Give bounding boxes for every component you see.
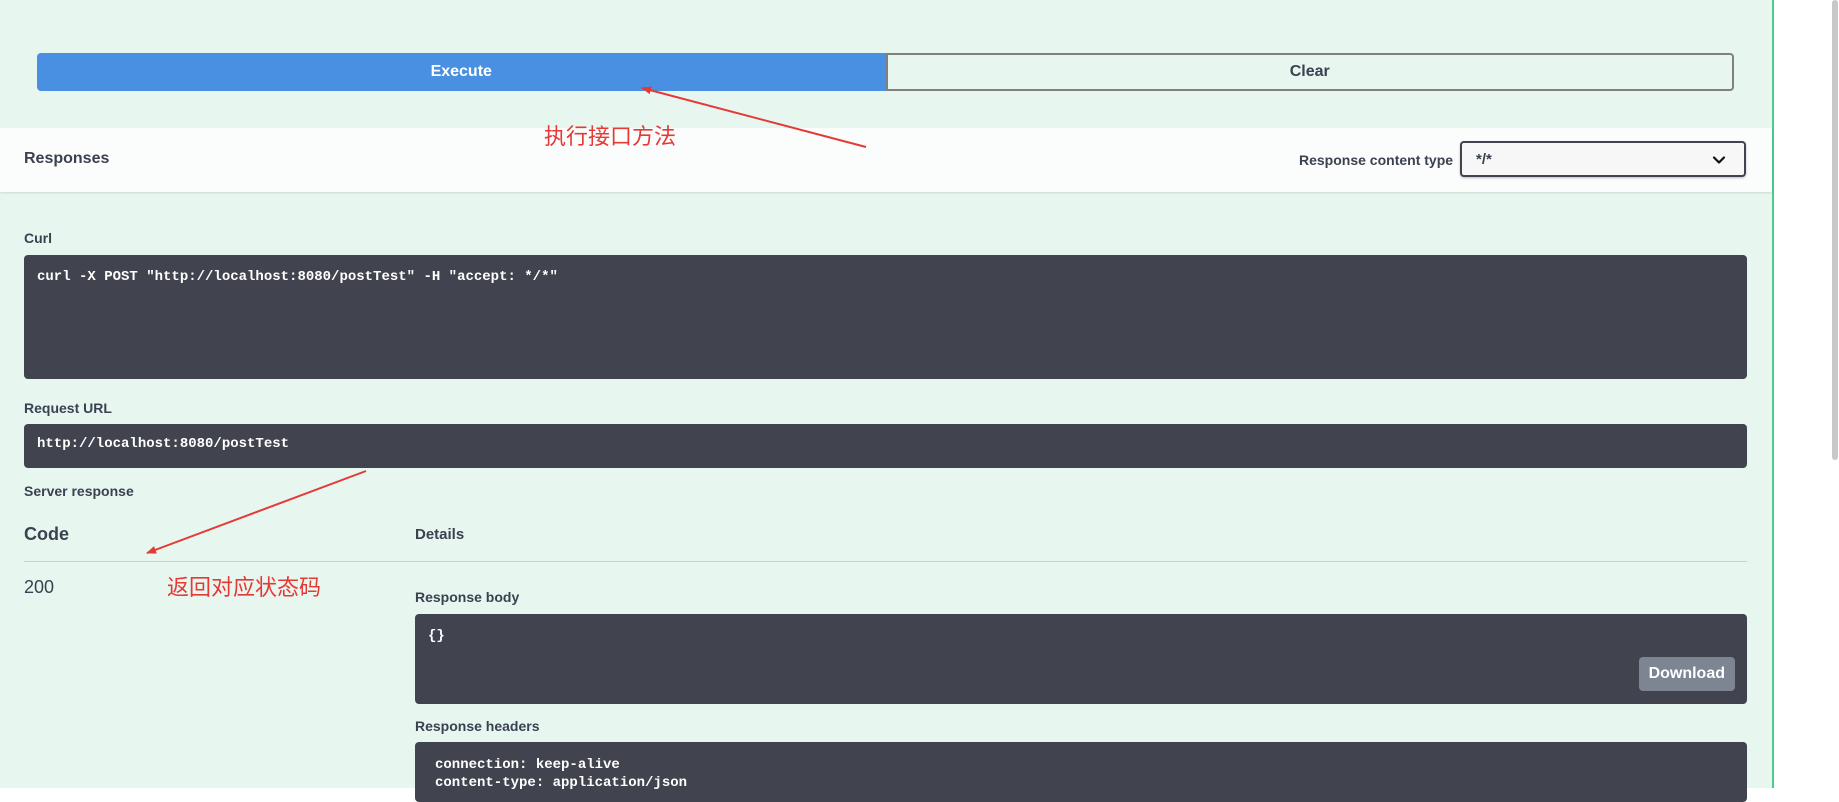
response-header-line: content-type: application/json bbox=[435, 775, 688, 791]
curl-command: curl -X POST "http://localhost:8080/post… bbox=[37, 269, 558, 285]
execute-annotation-text: 执行接口方法 bbox=[544, 125, 677, 150]
response-body-block: {} Download bbox=[415, 614, 1747, 704]
response-body-label: Response body bbox=[415, 589, 520, 605]
response-header-line: connection: keep-alive bbox=[435, 757, 620, 773]
response-content-type-label: Response content type bbox=[1299, 152, 1454, 168]
response-content-type-value: */* bbox=[1476, 150, 1492, 168]
execute-wrapper: Execute Clear bbox=[37, 53, 1734, 91]
request-url-block: http://localhost:8080/postTest bbox=[24, 424, 1747, 468]
clear-button[interactable]: Clear bbox=[885, 53, 1734, 91]
request-url-label: Request URL bbox=[24, 400, 112, 416]
download-button[interactable]: Download bbox=[1638, 657, 1735, 691]
curl-label: Curl bbox=[24, 230, 52, 246]
execute-button[interactable]: Execute bbox=[37, 53, 886, 91]
code-column-header: Code bbox=[24, 524, 69, 544]
details-column-header: Details bbox=[415, 526, 465, 543]
curl-command-block: curl -X POST "http://localhost:8080/post… bbox=[24, 255, 1747, 379]
responses-title: Responses bbox=[24, 150, 110, 167]
status-annotation-text: 返回对应状态码 bbox=[167, 576, 322, 601]
server-response-label: Server response bbox=[24, 483, 134, 499]
response-status-code: 200 bbox=[24, 577, 55, 597]
response-headers-block: connection: keep-alive content-type: app… bbox=[415, 742, 1747, 802]
request-url-value: http://localhost:8080/postTest bbox=[37, 436, 290, 452]
response-body-content: {} bbox=[428, 628, 445, 644]
table-header-divider bbox=[24, 561, 1747, 562]
response-headers-label: Response headers bbox=[415, 718, 540, 734]
chevron-down-icon bbox=[1712, 156, 1726, 164]
right-gutter bbox=[1774, 0, 1839, 788]
scrollbar[interactable] bbox=[1832, 0, 1838, 460]
responses-header: Responses Response content type */* bbox=[0, 128, 1772, 192]
response-content-type-select[interactable]: */* bbox=[1460, 141, 1746, 177]
post-operation-panel: Execute Clear Responses Response content… bbox=[0, 0, 1774, 802]
